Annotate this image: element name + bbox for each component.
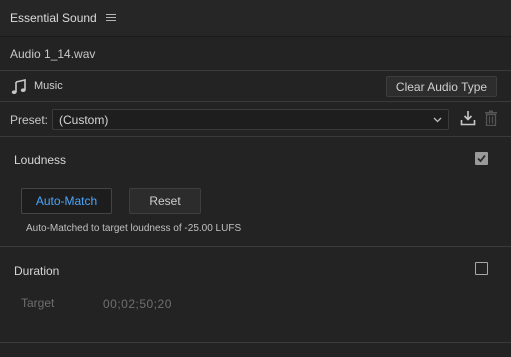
auto-match-button[interactable]: Auto-Match bbox=[21, 188, 112, 214]
duration-section: Duration Target 00;02;50;20 bbox=[0, 248, 511, 343]
loudness-title: Loudness bbox=[14, 153, 67, 167]
preset-value: (Custom) bbox=[59, 113, 109, 127]
audio-type-row: Music Clear Audio Type bbox=[0, 72, 511, 102]
music-note-icon bbox=[11, 79, 26, 94]
clear-audio-type-button[interactable]: Clear Audio Type bbox=[386, 76, 497, 97]
file-name: Audio 1_14.wav bbox=[10, 47, 96, 61]
duration-checkbox[interactable] bbox=[475, 262, 488, 275]
hamburger-menu-icon[interactable] bbox=[105, 14, 116, 22]
preset-label: Preset: bbox=[10, 113, 49, 127]
loudness-section: Loudness Auto-Match Reset Auto-Matched t… bbox=[0, 138, 511, 247]
loudness-checkbox[interactable] bbox=[475, 152, 488, 165]
reset-button[interactable]: Reset bbox=[129, 188, 201, 214]
duration-title: Duration bbox=[14, 264, 60, 278]
save-preset-icon[interactable] bbox=[460, 110, 476, 126]
loudness-status-text: Auto-Matched to target loudness of -25.0… bbox=[26, 223, 242, 234]
target-duration-value[interactable]: 00;02;50;20 bbox=[103, 297, 172, 311]
file-name-row: Audio 1_14.wav bbox=[0, 38, 511, 71]
chevron-down-icon bbox=[433, 117, 442, 123]
delete-preset-icon[interactable] bbox=[484, 110, 498, 126]
panel-title: Essential Sound bbox=[10, 11, 97, 25]
preset-dropdown[interactable]: (Custom) bbox=[52, 109, 449, 130]
checkmark-icon bbox=[477, 154, 486, 163]
target-label: Target bbox=[21, 296, 55, 310]
panel-header: Essential Sound bbox=[0, 0, 511, 37]
preset-row: Preset: (Custom) bbox=[0, 103, 511, 137]
audio-type-label: Music bbox=[34, 80, 63, 92]
